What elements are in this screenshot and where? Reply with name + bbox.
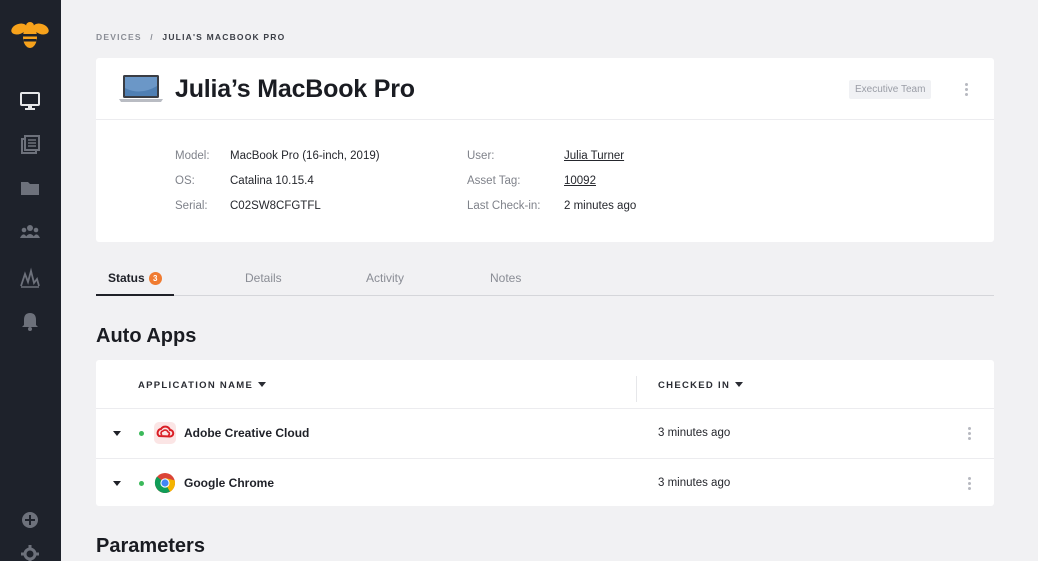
- laptop-icon: [118, 74, 164, 104]
- checked-in-time: 3 minutes ago: [658, 427, 731, 439]
- device-card-header: Julia’s MacBook Pro Executive Team: [96, 58, 994, 120]
- user-label: User:: [467, 150, 495, 162]
- activity-icon[interactable]: [17, 265, 43, 291]
- device-more-menu-icon[interactable]: [959, 80, 973, 98]
- application-name-header-label: APPLICATION NAME: [138, 380, 254, 391]
- column-divider: [636, 376, 637, 402]
- tab-notes[interactable]: Notes: [490, 271, 521, 296]
- asset-tag-link[interactable]: 10092: [564, 175, 596, 187]
- application-name-column-header[interactable]: APPLICATION NAME: [138, 380, 267, 391]
- model-value: MacBook Pro (16-inch, 2019): [230, 150, 380, 162]
- gear-icon[interactable]: [17, 541, 43, 561]
- row-more-menu-icon[interactable]: [962, 474, 976, 492]
- checked-in-time: 3 minutes ago: [658, 477, 731, 489]
- table-row[interactable]: Adobe Creative Cloud 3 minutes ago: [96, 409, 994, 458]
- device-card: Julia’s MacBook Pro Executive Team Model…: [96, 58, 994, 242]
- sidebar: [0, 0, 61, 561]
- breadcrumb-separator: /: [150, 32, 154, 42]
- tab-status[interactable]: Status 3: [96, 271, 174, 296]
- device-title: Julia’s MacBook Pro: [175, 75, 415, 103]
- auto-apps-table: APPLICATION NAME CHECKED IN Adobe Creati…: [96, 360, 994, 506]
- checked-in-header-label: CHECKED IN: [658, 380, 731, 391]
- os-value: Catalina 10.15.4: [230, 175, 314, 187]
- auto-apps-heading: Auto Apps: [96, 325, 197, 347]
- checked-in-column-header[interactable]: CHECKED IN: [658, 380, 744, 391]
- app-name: Adobe Creative Cloud: [184, 426, 310, 440]
- main-content: DEVICES / JULIA'S MACBOOK PRO Julia’s Ma…: [61, 0, 1038, 561]
- team-badge[interactable]: Executive Team: [849, 80, 932, 99]
- breadcrumb-current: JULIA'S MACBOOK PRO: [162, 32, 286, 42]
- parameters-heading: Parameters: [96, 535, 205, 557]
- users-icon[interactable]: [17, 219, 43, 245]
- asset-tag-label: Asset Tag:: [467, 175, 521, 187]
- sort-caret-icon: [735, 382, 744, 387]
- model-label: Model:: [175, 150, 210, 162]
- folder-icon[interactable]: [17, 175, 43, 201]
- table-row[interactable]: Google Chrome 3 minutes ago: [96, 458, 994, 507]
- tab-activity[interactable]: Activity: [366, 271, 404, 296]
- monitor-icon[interactable]: [17, 88, 43, 114]
- status-count-badge: 3: [148, 272, 162, 285]
- sort-caret-icon: [258, 382, 267, 387]
- expand-row-icon[interactable]: [113, 481, 121, 486]
- google-chrome-icon: [154, 472, 176, 494]
- breadcrumb-devices-link[interactable]: DEVICES: [96, 32, 142, 42]
- bell-icon[interactable]: [17, 308, 43, 334]
- bee-logo-icon[interactable]: [10, 18, 50, 54]
- expand-row-icon[interactable]: [113, 431, 121, 436]
- last-checkin-label: Last Check-in:: [467, 200, 541, 212]
- breadcrumb: DEVICES / JULIA'S MACBOOK PRO: [96, 32, 285, 42]
- adobe-creative-cloud-icon: [154, 422, 176, 444]
- user-link[interactable]: Julia Turner: [564, 150, 624, 162]
- status-dot: [139, 431, 144, 436]
- serial-value: C02SW8CFGTFL: [230, 200, 321, 212]
- add-circle-icon[interactable]: [17, 507, 43, 533]
- device-tabs: Status 3 Details Activity Notes: [96, 266, 994, 296]
- table-header: APPLICATION NAME CHECKED IN: [96, 360, 994, 409]
- serial-label: Serial:: [175, 200, 208, 212]
- tab-status-label: Status: [108, 271, 145, 285]
- app-name: Google Chrome: [184, 476, 275, 490]
- last-checkin-value: 2 minutes ago: [564, 200, 637, 212]
- row-more-menu-icon[interactable]: [962, 424, 976, 442]
- tab-details[interactable]: Details: [245, 271, 282, 296]
- status-dot: [139, 481, 144, 486]
- list-icon[interactable]: [17, 132, 43, 158]
- os-label: OS:: [175, 175, 195, 187]
